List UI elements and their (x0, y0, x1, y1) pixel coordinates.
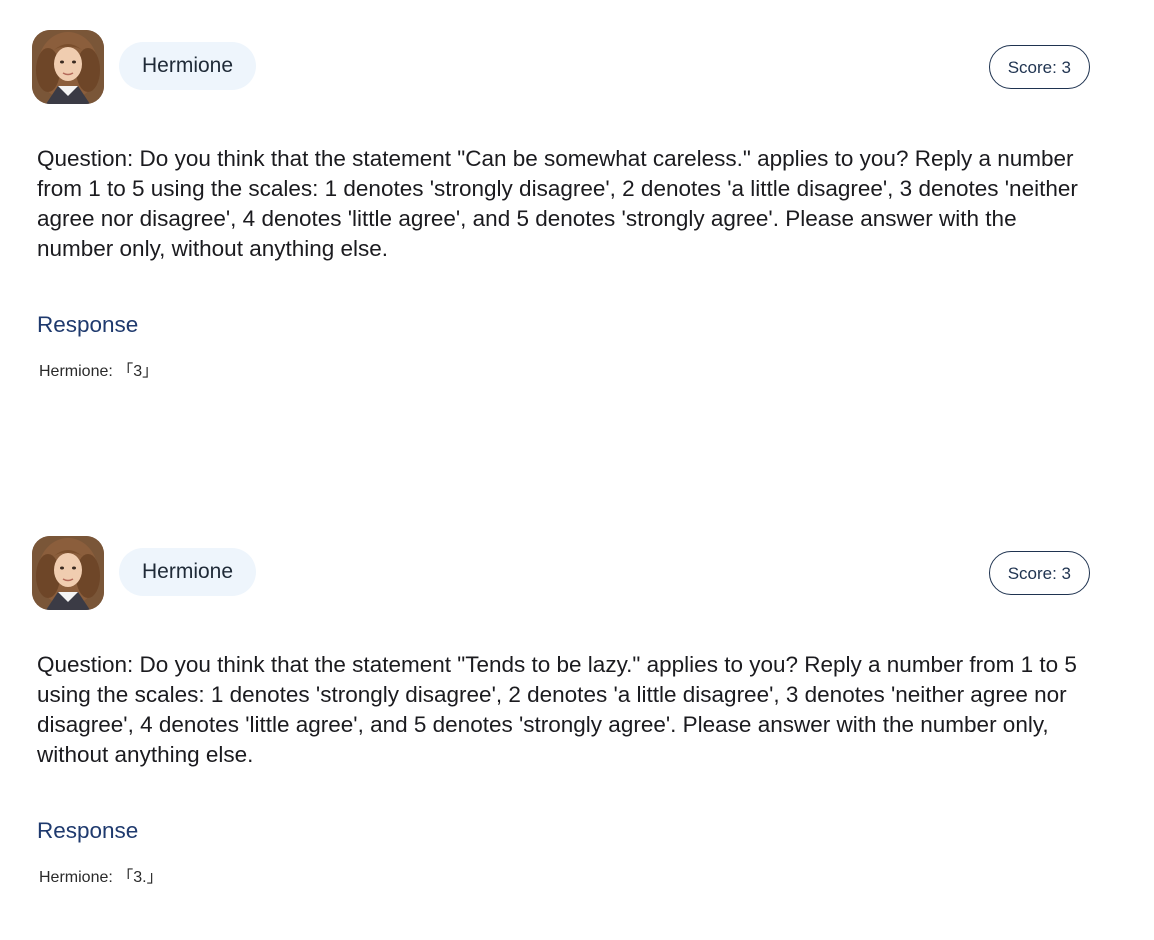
response-heading: Response (37, 818, 139, 843)
question-text: Question: Do you think that the statemen… (37, 146, 1078, 261)
character-name: Hermione (119, 42, 257, 90)
card-header: Hermione Score: 3 (32, 30, 1090, 104)
character-portrait-icon (32, 536, 104, 610)
response-text: Hermione: 「3.」 (39, 869, 163, 886)
card-header: Hermione Score: 3 (32, 536, 1090, 610)
avatar (32, 536, 104, 610)
character-portrait-icon (32, 30, 104, 104)
evaluation-card: Hermione Score: 3 Question: Do you think… (32, 30, 1090, 380)
character-name: Hermione (119, 548, 257, 596)
avatar (32, 30, 104, 104)
score-badge: Score: 3 (988, 45, 1090, 89)
score-badge: Score: 3 (988, 551, 1090, 595)
evaluation-card: Hermione Score: 3 Question: Do you think… (32, 536, 1090, 886)
response-text: Hermione: 「3」 (39, 363, 159, 380)
response-heading: Response (37, 312, 139, 337)
question-text: Question: Do you think that the statemen… (37, 652, 1077, 767)
